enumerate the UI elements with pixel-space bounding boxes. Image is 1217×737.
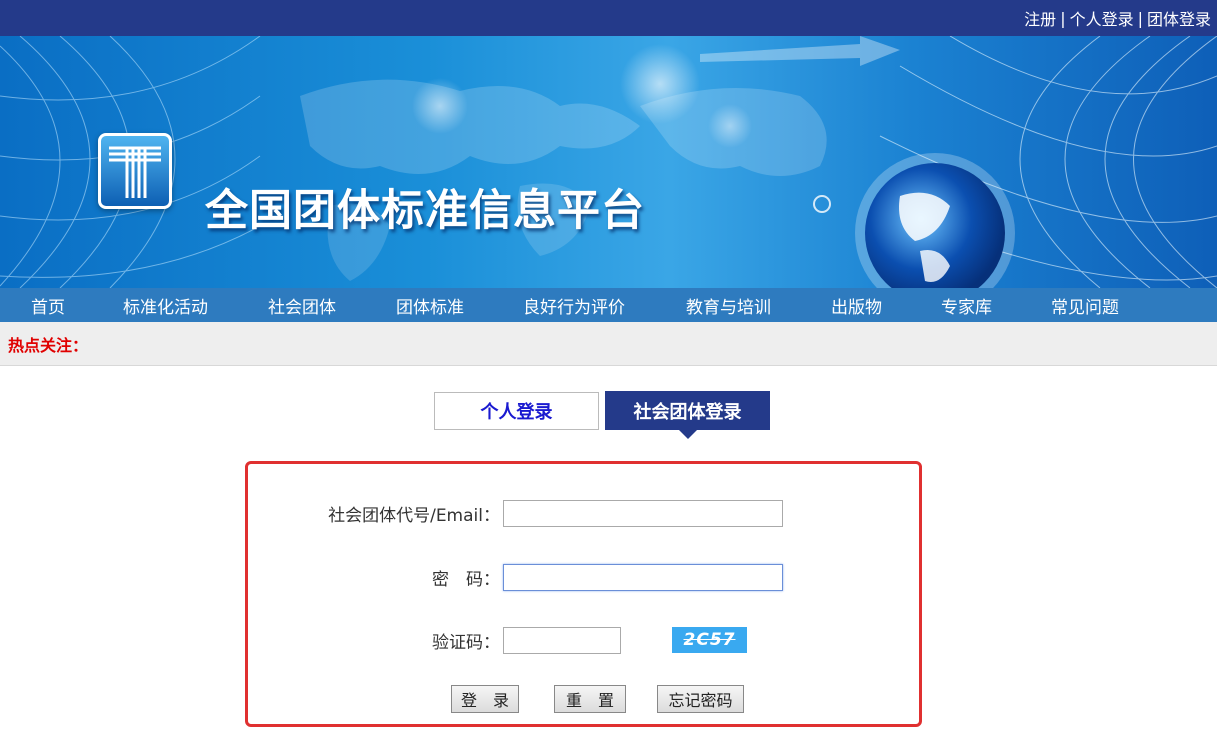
register-link[interactable]: 注册 <box>1024 6 1056 30</box>
nav-item-education[interactable]: 教育与培训 <box>686 293 771 318</box>
login-tabs: 个人登录 社会团体登录 <box>0 366 1217 439</box>
banner-background <box>0 36 1217 288</box>
tab-group-login-label: 社会团体登录 <box>633 401 742 423</box>
password-row: 密 码： <box>300 564 783 591</box>
forgot-password-button[interactable]: 忘记密码 <box>657 685 744 713</box>
personal-login-link[interactable]: 个人登录 <box>1070 6 1134 30</box>
tab-personal-login[interactable]: 个人登录 <box>434 392 599 430</box>
password-input[interactable] <box>503 564 783 591</box>
nav-item-home[interactable]: 首页 <box>31 293 65 318</box>
nav-item-publications[interactable]: 出版物 <box>831 293 882 318</box>
main-nav: 首页 标准化活动 社会团体 团体标准 良好行为评价 教育与培训 出版物 专家库 … <box>0 288 1217 322</box>
header-banner: 全国团体标准信息平台 <box>0 36 1217 288</box>
separator: | <box>1137 8 1143 28</box>
account-label: 社会团体代号/Email： <box>328 506 500 526</box>
nav-item-experts[interactable]: 专家库 <box>941 293 992 318</box>
t-logo-icon <box>98 133 172 209</box>
nav-item-standardization[interactable]: 标准化活动 <box>123 293 208 318</box>
nav-item-social-groups[interactable]: 社会团体 <box>268 293 336 318</box>
separator: | <box>1060 8 1066 28</box>
nav-item-faq[interactable]: 常见问题 <box>1051 293 1119 318</box>
login-button[interactable]: 登 录 <box>451 685 519 713</box>
captcha-row: 验证码： <box>300 627 621 654</box>
account-row: 社会团体代号/Email： <box>300 500 783 527</box>
captcha-label: 验证码： <box>432 633 500 653</box>
group-login-link[interactable]: 团体登录 <box>1147 6 1211 30</box>
site-title: 全国团体标准信息平台 <box>205 186 645 236</box>
top-bar: 注册 | 个人登录 | 团体登录 <box>0 0 1217 36</box>
captcha-image[interactable]: 2C57 <box>672 627 747 653</box>
nav-item-group-standards[interactable]: 团体标准 <box>396 293 464 318</box>
reset-button[interactable]: 重 置 <box>554 685 626 713</box>
password-label: 密 码： <box>432 570 500 590</box>
hot-topics-label: 热点关注： <box>8 335 89 355</box>
login-form: 社会团体代号/Email： 密 码： 验证码： 2C57 登 录 重 置 忘记密… <box>245 461 922 727</box>
hot-topics-bar: 热点关注： <box>0 322 1217 366</box>
captcha-input[interactable] <box>503 627 621 654</box>
active-tab-caret-icon <box>678 430 697 439</box>
account-input[interactable] <box>503 500 783 527</box>
tab-group-login[interactable]: 社会团体登录 <box>605 391 770 439</box>
nav-item-evaluation[interactable]: 良好行为评价 <box>523 293 625 318</box>
